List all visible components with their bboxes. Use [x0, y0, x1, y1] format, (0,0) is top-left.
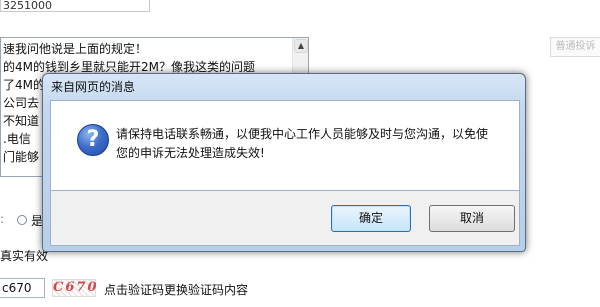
captcha-hint-text: 点击验证码更换验证码内容 [104, 283, 249, 297]
ok-button[interactable]: 确定 [331, 205, 411, 232]
dialog-title: 来自网页的消息 [51, 80, 136, 94]
cancel-button[interactable]: 取消 [429, 205, 515, 232]
dialog-message-line2: 您的申诉无法处理造成失效! [116, 146, 265, 160]
textarea-line: 不知道 [3, 114, 40, 128]
validity-text: 真实有效 [0, 249, 49, 263]
textarea-line: .电信 [3, 132, 31, 146]
dialog-message-line1: 请保持电话联系畅通，以便我中心工作人员能够及时与您沟通，以免使 [116, 127, 489, 141]
top-input-field[interactable]: 3251000 [0, 0, 150, 12]
colon-text: : [0, 212, 5, 226]
captcha-image[interactable]: C670 [52, 279, 96, 297]
captcha-input[interactable]: c670 [0, 278, 45, 298]
textarea-line: 公司去 [3, 96, 40, 110]
textarea-line: 门能够 [3, 150, 40, 164]
scroll-up-icon[interactable]: ▲ [294, 39, 308, 53]
question-icon: ? [77, 124, 109, 156]
dialog-message: 请保持电话联系畅通，以便我中心工作人员能够及时与您沟通，以免使 您的申诉无法处理… [116, 125, 496, 163]
message-dialog: 来自网页的消息 ? 请保持电话联系畅通，以便我中心工作人员能够及时与您沟通，以免… [42, 73, 526, 252]
radio-yes[interactable] [17, 215, 27, 225]
side-button[interactable]: 普通投诉 [550, 37, 600, 57]
textarea-line: 了4M的 [3, 78, 45, 92]
textarea-line: 速我问他说是上面的规定！ [3, 42, 148, 56]
